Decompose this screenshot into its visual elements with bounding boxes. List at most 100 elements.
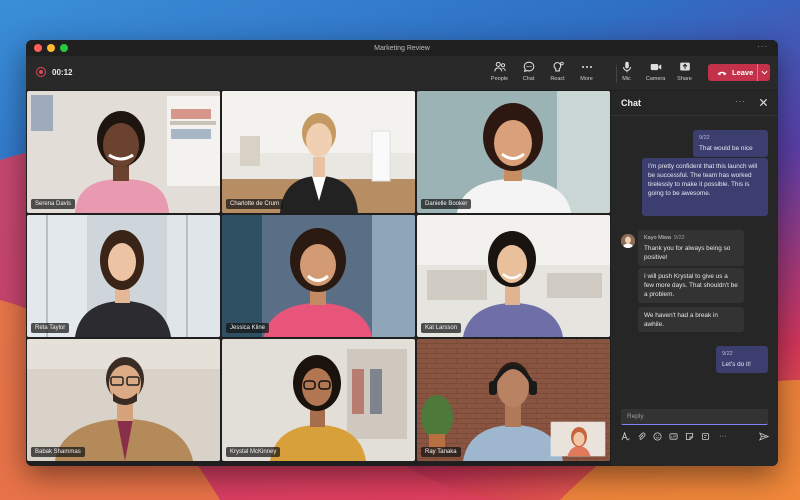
camera-label: Camera [645, 76, 666, 82]
more-options-icon[interactable]: ··· [717, 432, 729, 441]
video-feed [27, 215, 220, 337]
video-tile-krystal-mckinney[interactable]: Krystal McKinney [222, 339, 415, 461]
sticker-icon[interactable] [685, 432, 694, 441]
mic-label: Mic [622, 76, 631, 82]
share-label: Share [677, 76, 692, 82]
people-label: People [490, 76, 509, 82]
format-icon[interactable] [621, 432, 630, 441]
chat-more-icon[interactable]: ··· [735, 97, 746, 106]
chat-icon [523, 61, 534, 73]
message-text: That would be nice [699, 145, 753, 152]
minimize-window-button[interactable] [47, 44, 55, 52]
video-feed [27, 339, 220, 461]
avatar-image [621, 234, 635, 248]
participant-name: Jessica Kline [226, 323, 270, 333]
participant-name: Kat Larsson [421, 323, 462, 333]
chevron-down-icon [761, 70, 767, 75]
more-label: More [580, 76, 593, 82]
share-icon [679, 62, 690, 71]
recording-icon [36, 67, 46, 77]
emoji-icon[interactable] [653, 432, 662, 441]
video-feed [222, 215, 415, 337]
chat-header: Chat ··· [611, 91, 778, 115]
participant-name: Babak Shammas [31, 447, 85, 457]
message-sender-line: Kayo Miwa 9/22 [644, 234, 738, 243]
meeting-toolbar: 00:12 People Chat React More Mic Camera … [26, 56, 778, 90]
chat-message: I'm pretty confident that this launch wi… [642, 158, 768, 216]
window-more-icon[interactable]: ··· [757, 42, 768, 51]
participant-name: Danielle Booker [421, 199, 472, 209]
window-controls [34, 44, 68, 52]
window-title: Marketing Review [374, 44, 430, 52]
send-icon[interactable] [759, 432, 769, 441]
leave-label: Leave [732, 68, 754, 77]
video-tile-reta-taylor[interactable]: Reta Taylor [27, 215, 220, 337]
av-controls: Mic Camera Share [612, 60, 699, 82]
more-button[interactable]: More [572, 60, 601, 82]
participant-name: Krystal McKinney [226, 447, 281, 457]
close-icon[interactable] [759, 98, 768, 107]
reply-input[interactable]: Reply [621, 409, 768, 425]
gif-icon[interactable] [669, 432, 678, 441]
chat-message: I will push Krystal to give us a few mor… [638, 268, 744, 303]
mic-button[interactable]: Mic [612, 60, 641, 82]
loop-icon[interactable] [701, 432, 710, 441]
video-feed [222, 91, 415, 213]
video-feed [417, 215, 610, 337]
video-grid: Serena Davis Charlotte de Crum Danielle … [27, 91, 610, 464]
participant-name: Reta Taylor [31, 323, 70, 333]
video-tile-jessica-kline[interactable]: Jessica Kline [222, 215, 415, 337]
avatar[interactable] [621, 234, 635, 248]
meeting-timer: 00:12 [36, 67, 72, 77]
message-time: 9/22 [699, 135, 710, 141]
self-view-preview[interactable] [550, 421, 606, 457]
chat-title: Chat [621, 98, 641, 108]
timer-text: 00:12 [52, 67, 73, 77]
leave-main[interactable]: Leave [708, 68, 757, 77]
video-tile-danielle-booker[interactable]: Danielle Booker [417, 91, 610, 213]
message-text: I will push Krystal to give us a few mor… [644, 273, 738, 298]
camera-icon [650, 63, 661, 71]
video-feed [27, 91, 220, 213]
people-button[interactable]: People [485, 60, 514, 82]
compose-toolbar: ··· [621, 432, 771, 441]
video-feed [222, 339, 415, 461]
message-text: I'm pretty confident that this launch wi… [648, 163, 758, 197]
participant-name: Charlotte de Crum [226, 199, 284, 209]
people-icon [493, 61, 506, 72]
react-icon [553, 61, 564, 72]
attach-icon[interactable] [637, 432, 646, 441]
video-tile-ray-tanaka[interactable]: Ray Tanaka [417, 339, 610, 461]
meeting-window: Marketing Review ··· 00:12 People Chat R… [26, 40, 778, 466]
message-time: 9/22 [673, 235, 685, 241]
leave-options-button[interactable] [757, 64, 770, 81]
react-button[interactable]: React [543, 60, 572, 82]
video-tile-charlotte-de-crum[interactable]: Charlotte de Crum [222, 91, 415, 213]
leave-button[interactable]: Leave [708, 64, 770, 81]
close-window-button[interactable] [34, 44, 42, 52]
chat-panel: Chat ··· 9/22 That would be nice I'm pre… [611, 91, 778, 466]
more-icon [581, 65, 592, 69]
react-label: React [550, 76, 565, 82]
chat-message: Kayo Miwa 9/22 Thank you for always being… [638, 230, 744, 266]
video-tile-serena-davis[interactable]: Serena Davis [27, 91, 220, 213]
maximize-window-button[interactable] [60, 44, 68, 52]
mic-icon [622, 61, 631, 73]
message-sender: Kayo Miwa [644, 235, 671, 241]
title-bar: Marketing Review ··· [26, 40, 778, 56]
self-view-feed [551, 422, 605, 456]
participant-name: Ray Tanaka [421, 447, 461, 457]
video-feed [417, 91, 610, 213]
video-tile-kat-larsson[interactable]: Kat Larsson [417, 215, 610, 337]
video-tile-babak-shammas[interactable]: Babak Shammas [27, 339, 220, 461]
participant-name: Serena Davis [31, 199, 76, 209]
camera-button[interactable]: Camera [641, 60, 670, 82]
message-time: 9/22 [722, 351, 733, 357]
chat-message: 9/22 That would be nice [693, 130, 768, 157]
chat-divider [611, 115, 778, 116]
message-text: We haven't had a break in awhile. [644, 312, 718, 328]
chat-button[interactable]: Chat [514, 60, 543, 82]
chat-label: Chat [522, 76, 535, 82]
meeting-actions: People Chat React More [485, 60, 601, 82]
share-button[interactable]: Share [670, 60, 699, 82]
